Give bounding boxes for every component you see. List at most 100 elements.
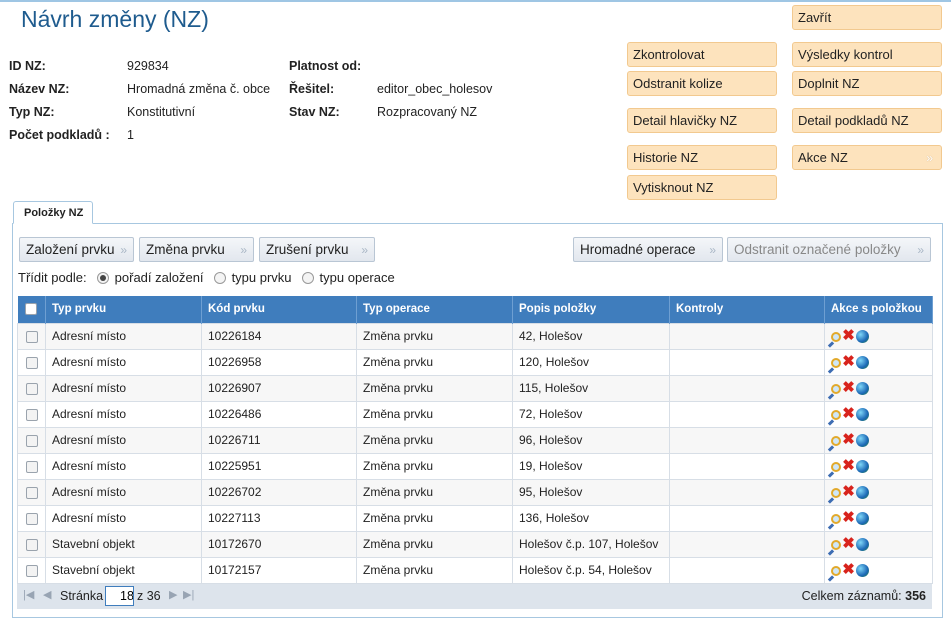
globe-icon[interactable]	[856, 486, 869, 500]
globe-icon[interactable]	[856, 512, 869, 526]
table-row[interactable]: Stavební objekt 10172157 Změna prvku Holešo…	[17, 556, 933, 584]
globe-icon[interactable]	[856, 382, 869, 396]
akce-nz-label: Akce NZ	[798, 150, 848, 165]
col-popis-polozky[interactable]: Popis položky	[512, 296, 670, 323]
detail-podkladu-button[interactable]: Detail podkladů NZ	[792, 108, 942, 133]
row-checkbox[interactable]	[25, 538, 38, 551]
globe-icon[interactable]	[856, 356, 869, 370]
table-row[interactable]: Adresní místo 10225951 Změna prvku 19, Hole…	[17, 452, 933, 480]
hromadne-operace-button[interactable]: Hromadné operace »	[573, 237, 723, 262]
row-checkbox[interactable]	[25, 408, 38, 421]
globe-icon[interactable]	[856, 408, 869, 422]
odstranit-oznacene-label: Odstranit označené položky	[734, 242, 901, 257]
delete-x-icon[interactable]: ✖	[842, 536, 855, 551]
magnifier-icon[interactable]	[831, 565, 841, 576]
row-checkbox[interactable]	[25, 512, 38, 525]
cell-akce: ✖	[824, 322, 933, 350]
globe-icon[interactable]	[856, 538, 869, 552]
zalozeni-prvku-button[interactable]: Založení prvku »	[19, 237, 134, 262]
table-row[interactable]: Stavební objekt 10172670 Změna prvku Holešo…	[17, 530, 933, 558]
delete-x-icon[interactable]: ✖	[842, 458, 855, 473]
row-checkbox[interactable]	[25, 382, 38, 395]
last-page-icon[interactable]: ▶|	[183, 588, 194, 601]
row-select-cell	[17, 478, 46, 506]
odstranit-oznacene-button[interactable]: Odstranit označené položky »	[727, 237, 931, 262]
delete-x-icon[interactable]: ✖	[842, 562, 855, 577]
table-row[interactable]: Adresní místo 10226907 Změna prvku 115, Hol…	[17, 374, 933, 402]
cell-typ-prvku: Adresní místo	[45, 322, 202, 350]
sort-radio-poradi[interactable]	[96, 271, 109, 284]
magnifier-icon[interactable]	[831, 383, 841, 394]
double-chevron-right-icon: »	[709, 243, 716, 257]
vysledky-kontrol-button[interactable]: Výsledky kontrol	[792, 42, 942, 67]
delete-x-icon[interactable]: ✖	[842, 406, 855, 421]
table-row[interactable]: Adresní místo 10226958 Změna prvku 120, Hol…	[17, 348, 933, 376]
table-row[interactable]: Adresní místo 10227113 Změna prvku 136, Hol…	[17, 504, 933, 532]
cell-popis-polozky: 115, Holešov	[512, 374, 670, 402]
tab-polozky-nz[interactable]: Položky NZ	[13, 201, 93, 224]
historie-nz-button[interactable]: Historie NZ	[627, 145, 777, 170]
magnifier-icon[interactable]	[831, 487, 841, 498]
first-page-icon[interactable]: |◀	[23, 588, 34, 601]
row-checkbox[interactable]	[25, 460, 38, 473]
stav-label: Stav NZ:	[289, 105, 340, 119]
table-row[interactable]: Adresní místo 10226702 Změna prvku 95, Hole…	[17, 478, 933, 506]
vytisknout-nz-button[interactable]: Vytisknout NZ	[627, 175, 777, 200]
cell-popis-polozky: 95, Holešov	[512, 478, 670, 506]
magnifier-icon[interactable]	[831, 513, 841, 524]
prev-page-icon[interactable]: ◀	[43, 588, 51, 601]
row-checkbox[interactable]	[25, 564, 38, 577]
row-checkbox[interactable]	[25, 434, 38, 447]
magnifier-icon[interactable]	[831, 409, 841, 420]
akce-nz-button[interactable]: Akce NZ »	[792, 145, 942, 170]
row-select-cell	[17, 348, 46, 376]
globe-icon[interactable]	[856, 434, 869, 448]
zkontrolovat-button[interactable]: Zkontrolovat	[627, 42, 777, 67]
row-checkbox[interactable]	[25, 486, 38, 499]
cell-akce: ✖	[824, 478, 933, 506]
zruseni-prvku-button[interactable]: Zrušení prvku »	[259, 237, 375, 262]
magnifier-icon[interactable]	[831, 357, 841, 368]
row-select-cell	[17, 400, 46, 428]
magnifier-icon[interactable]	[831, 435, 841, 446]
globe-icon[interactable]	[856, 330, 869, 344]
cell-kontroly	[669, 348, 825, 376]
resitel-label: Řešitel:	[289, 82, 335, 96]
odstranit-kolize-button[interactable]: Odstranit kolize	[627, 71, 777, 96]
row-checkbox[interactable]	[25, 356, 38, 369]
table-row[interactable]: Adresní místo 10226184 Změna prvku 42, Hole…	[17, 322, 933, 350]
page-input[interactable]	[105, 586, 134, 606]
magnifier-icon[interactable]	[831, 331, 841, 342]
col-kontroly[interactable]: Kontroly	[669, 296, 825, 323]
sort-radio-typu-prvku[interactable]	[213, 271, 226, 284]
delete-x-icon[interactable]: ✖	[842, 484, 855, 499]
row-checkbox[interactable]	[25, 330, 38, 343]
select-all-checkbox[interactable]	[25, 303, 38, 316]
typ-value: Konstitutivní	[127, 105, 196, 119]
delete-x-icon[interactable]: ✖	[842, 510, 855, 525]
table-row[interactable]: Adresní místo 10226711 Změna prvku 96, Hole…	[17, 426, 933, 454]
delete-x-icon[interactable]: ✖	[842, 380, 855, 395]
sort-option-poradi: pořadí založení	[114, 270, 204, 285]
zavrit-button[interactable]: Zavřít	[792, 5, 942, 30]
globe-icon[interactable]	[856, 564, 869, 578]
next-page-icon[interactable]: ▶	[169, 588, 177, 601]
delete-x-icon[interactable]: ✖	[842, 354, 855, 369]
delete-x-icon[interactable]: ✖	[842, 432, 855, 447]
col-kod-prvku[interactable]: Kód prvku	[201, 296, 357, 323]
sort-radio-typu-operace[interactable]	[301, 271, 314, 284]
doplnit-nz-button[interactable]: Doplnit NZ	[792, 71, 942, 96]
cell-typ-operace: Změna prvku	[356, 426, 513, 454]
magnifier-icon[interactable]	[831, 461, 841, 472]
table-row[interactable]: Adresní místo 10226486 Změna prvku 72, Hole…	[17, 400, 933, 428]
zmena-prvku-button[interactable]: Změna prvku »	[139, 237, 254, 262]
row-select-cell	[17, 374, 46, 402]
row-select-cell	[17, 452, 46, 480]
col-typ-operace[interactable]: Typ operace	[356, 296, 513, 323]
magnifier-icon[interactable]	[831, 539, 841, 550]
col-typ-prvku[interactable]: Typ prvku	[45, 296, 202, 323]
detail-hlavicky-button[interactable]: Detail hlavičky NZ	[627, 108, 777, 133]
delete-x-icon[interactable]: ✖	[842, 328, 855, 343]
globe-icon[interactable]	[856, 460, 869, 474]
cell-kontroly	[669, 322, 825, 350]
